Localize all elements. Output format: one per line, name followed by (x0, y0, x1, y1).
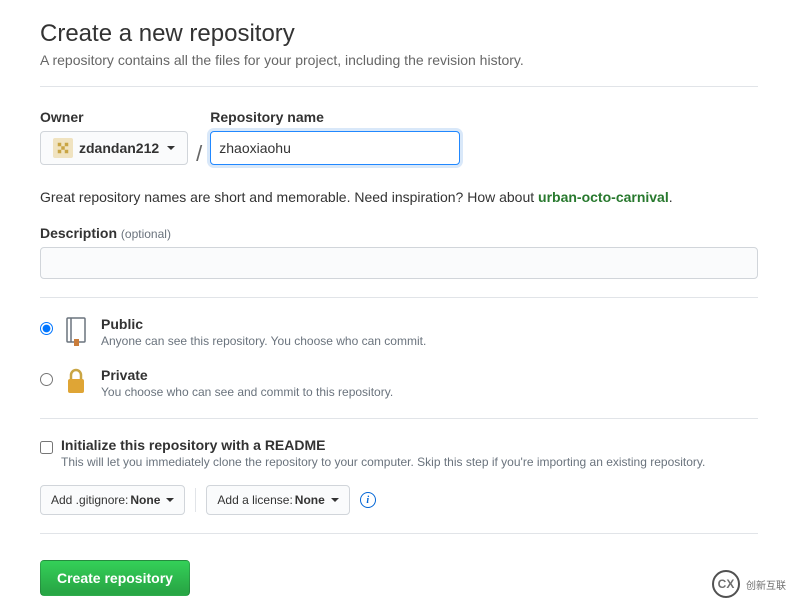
readme-title: Initialize this repository with a README (61, 437, 325, 453)
caret-down-icon (331, 498, 339, 502)
license-info-icon[interactable]: i (360, 492, 376, 508)
owner-avatar-icon (53, 138, 73, 158)
watermark-logo-icon: CX (712, 570, 740, 598)
description-label: Description (optional) (40, 225, 171, 241)
divider (40, 533, 758, 534)
divider (40, 86, 758, 87)
license-dropdown[interactable]: Add a license: None (206, 485, 349, 515)
repo-name-input[interactable] (210, 131, 460, 165)
private-radio[interactable] (40, 373, 53, 386)
create-repository-button[interactable]: Create repository (40, 560, 190, 596)
watermark-text: 创新互联 (746, 577, 786, 592)
repo-public-icon (63, 316, 91, 349)
caret-down-icon (166, 498, 174, 502)
owner-label: Owner (40, 109, 188, 125)
description-input[interactable] (40, 247, 758, 279)
lock-icon (63, 367, 91, 400)
owner-username: zdandan212 (79, 140, 159, 156)
repo-name-hint: Great repository names are short and mem… (40, 189, 758, 205)
optional-text: (optional) (121, 227, 171, 241)
public-radio[interactable] (40, 322, 53, 335)
readme-desc: This will let you immediately clone the … (61, 455, 705, 469)
public-title: Public (101, 316, 143, 332)
public-desc: Anyone can see this repository. You choo… (101, 334, 426, 348)
private-title: Private (101, 367, 148, 383)
readme-checkbox[interactable] (40, 441, 53, 454)
divider (40, 297, 758, 298)
divider (40, 418, 758, 419)
watermark: CX 创新互联 (712, 570, 786, 598)
caret-down-icon (167, 146, 175, 150)
page-subtitle: A repository contains all the files for … (40, 52, 758, 68)
repo-name-label: Repository name (210, 109, 460, 125)
page-title: Create a new repository (40, 20, 758, 48)
name-suggestion-link[interactable]: urban-octo-carnival (538, 189, 669, 205)
owner-repo-separator: / (188, 137, 210, 171)
owner-select-button[interactable]: zdandan212 (40, 131, 188, 165)
private-desc: You choose who can see and commit to thi… (101, 385, 393, 399)
gitignore-dropdown[interactable]: Add .gitignore: None (40, 485, 185, 515)
dropdown-separator (195, 488, 196, 512)
